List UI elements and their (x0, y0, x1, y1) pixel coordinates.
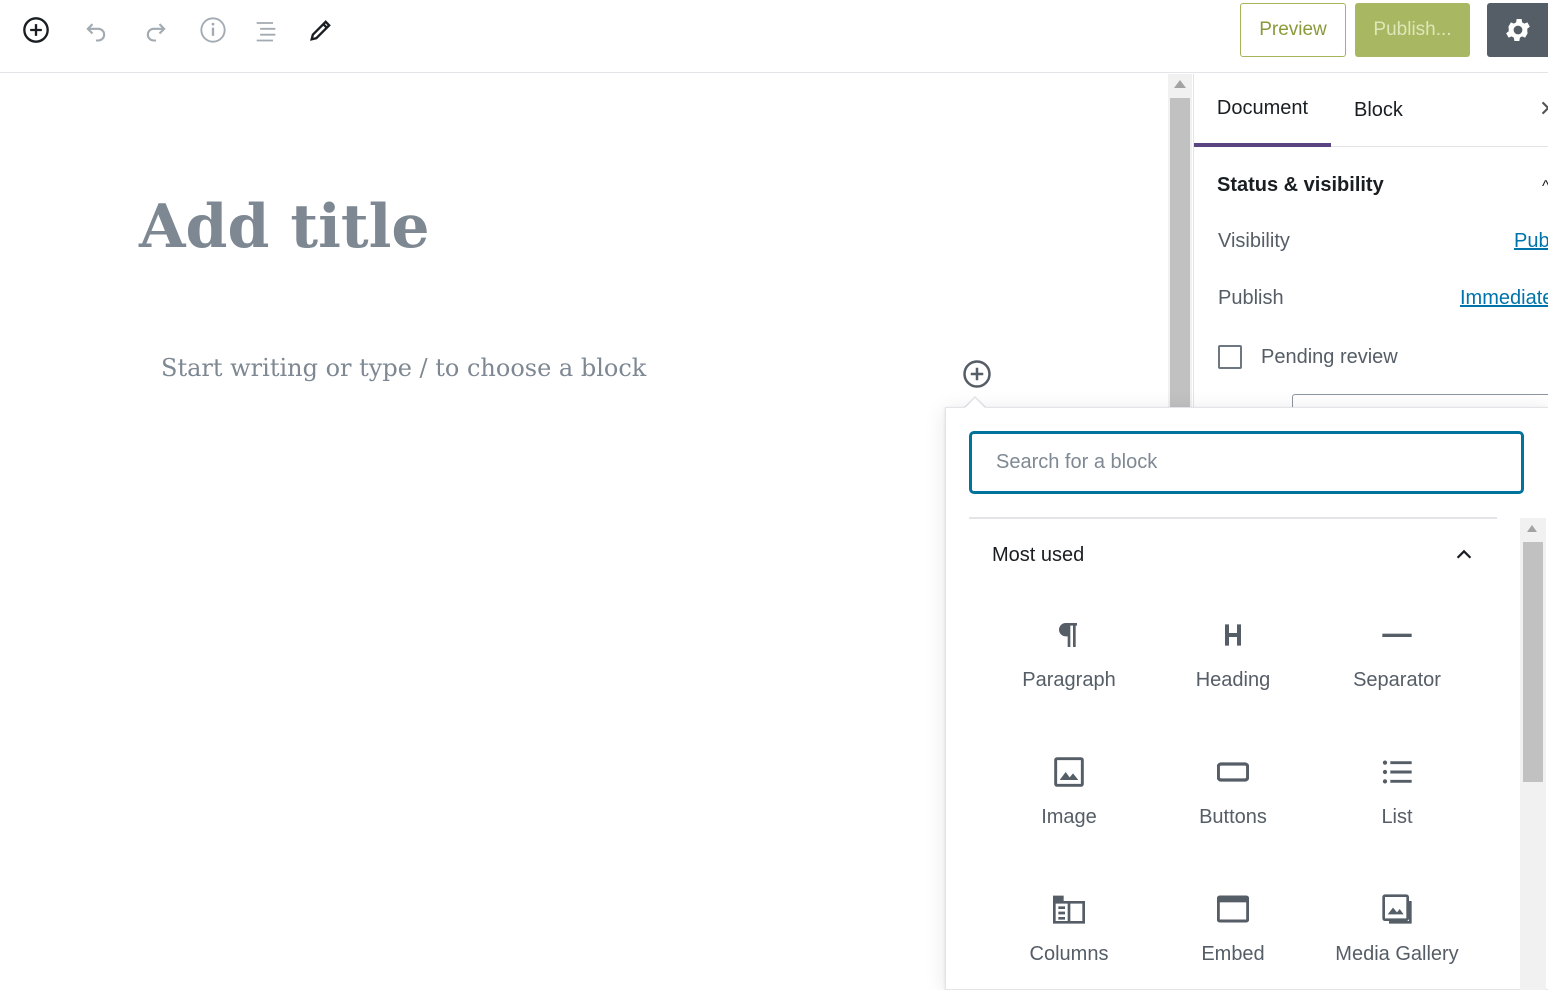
block-item-paragraph[interactable]: Paragraph (987, 598, 1151, 728)
columns-icon (1052, 892, 1086, 926)
post-title-input[interactable]: Add title (139, 192, 430, 262)
undo-icon[interactable] (78, 12, 114, 48)
block-item-label: Image (1041, 806, 1097, 828)
block-item-buttons[interactable]: Buttons (1151, 735, 1315, 865)
list-icon (1380, 755, 1414, 789)
block-navigation-icon[interactable] (248, 12, 284, 48)
image-icon (1052, 755, 1086, 789)
block-item-image[interactable]: Image (987, 735, 1151, 865)
block-item-embed[interactable]: Embed (1151, 872, 1315, 990)
sidebar-tabs: Document Block ✕ (1194, 74, 1548, 147)
buttons-icon (1216, 755, 1250, 789)
block-inserter-popover: Most used Paragraph Heading Separator (945, 407, 1548, 990)
publish-date-link[interactable]: Immediate (1460, 287, 1548, 310)
block-search-input[interactable] (969, 431, 1524, 494)
block-item-label: Columns (1029, 943, 1109, 965)
chevron-up-icon[interactable]: ^ (1542, 178, 1548, 194)
scroll-up-arrow-icon[interactable] (1174, 80, 1186, 88)
paragraph-block-placeholder[interactable]: Start writing or type / to choose a bloc… (161, 354, 646, 382)
block-item-label: List (1381, 806, 1413, 828)
gear-icon (1505, 19, 1530, 41)
tab-block[interactable]: Block (1354, 74, 1444, 147)
publish-date-label: Publish (1218, 287, 1284, 309)
editor-toolbar: Preview Publish... (0, 0, 1548, 73)
settings-button[interactable] (1487, 3, 1548, 57)
category-most-used-title[interactable]: Most used (992, 544, 1084, 567)
info-icon[interactable] (195, 12, 231, 48)
scroll-up-arrow-icon[interactable] (1527, 525, 1537, 532)
visibility-toggle-link[interactable]: Pub (1514, 230, 1548, 253)
divider (969, 517, 1497, 519)
chevron-up-icon[interactable] (1451, 542, 1477, 568)
status-visibility-panel-title[interactable]: Status & visibility (1217, 174, 1384, 197)
edit-pencil-icon[interactable] (303, 12, 339, 48)
block-item-media-gallery[interactable]: Media Gallery (1315, 872, 1479, 990)
paragraph-icon (1052, 618, 1086, 652)
inline-inserter-button[interactable] (962, 359, 992, 389)
block-item-label: Buttons (1199, 806, 1267, 828)
gallery-icon (1380, 892, 1414, 926)
block-item-label: Heading (1195, 669, 1271, 691)
embed-icon (1216, 892, 1250, 926)
block-item-label: Media Gallery (1335, 943, 1459, 965)
block-item-columns[interactable]: Columns (987, 872, 1151, 990)
close-sidebar-icon[interactable]: ✕ (1539, 96, 1548, 122)
redo-icon[interactable] (138, 12, 174, 48)
block-item-label: Embed (1201, 943, 1265, 965)
block-item-separator[interactable]: Separator (1315, 598, 1479, 728)
separator-icon (1380, 618, 1414, 652)
inserter-scrollbar[interactable] (1520, 518, 1546, 990)
pending-review-checkbox[interactable] (1218, 345, 1242, 369)
publish-button[interactable]: Publish... (1355, 3, 1470, 57)
block-item-list[interactable]: List (1315, 735, 1479, 865)
visibility-label: Visibility (1218, 230, 1290, 252)
pending-review-label[interactable]: Pending review (1261, 346, 1398, 369)
preview-button[interactable]: Preview (1240, 3, 1346, 57)
block-item-label: Separator (1353, 669, 1441, 691)
popover-arrow-fill (965, 398, 985, 408)
scrollbar-thumb[interactable] (1523, 542, 1543, 782)
block-item-heading[interactable]: Heading (1151, 598, 1315, 728)
block-item-label: Paragraph (1022, 669, 1116, 691)
tab-document[interactable]: Document (1194, 74, 1331, 147)
heading-icon (1216, 618, 1250, 652)
add-block-icon (963, 360, 991, 388)
add-block-icon[interactable] (18, 12, 54, 48)
